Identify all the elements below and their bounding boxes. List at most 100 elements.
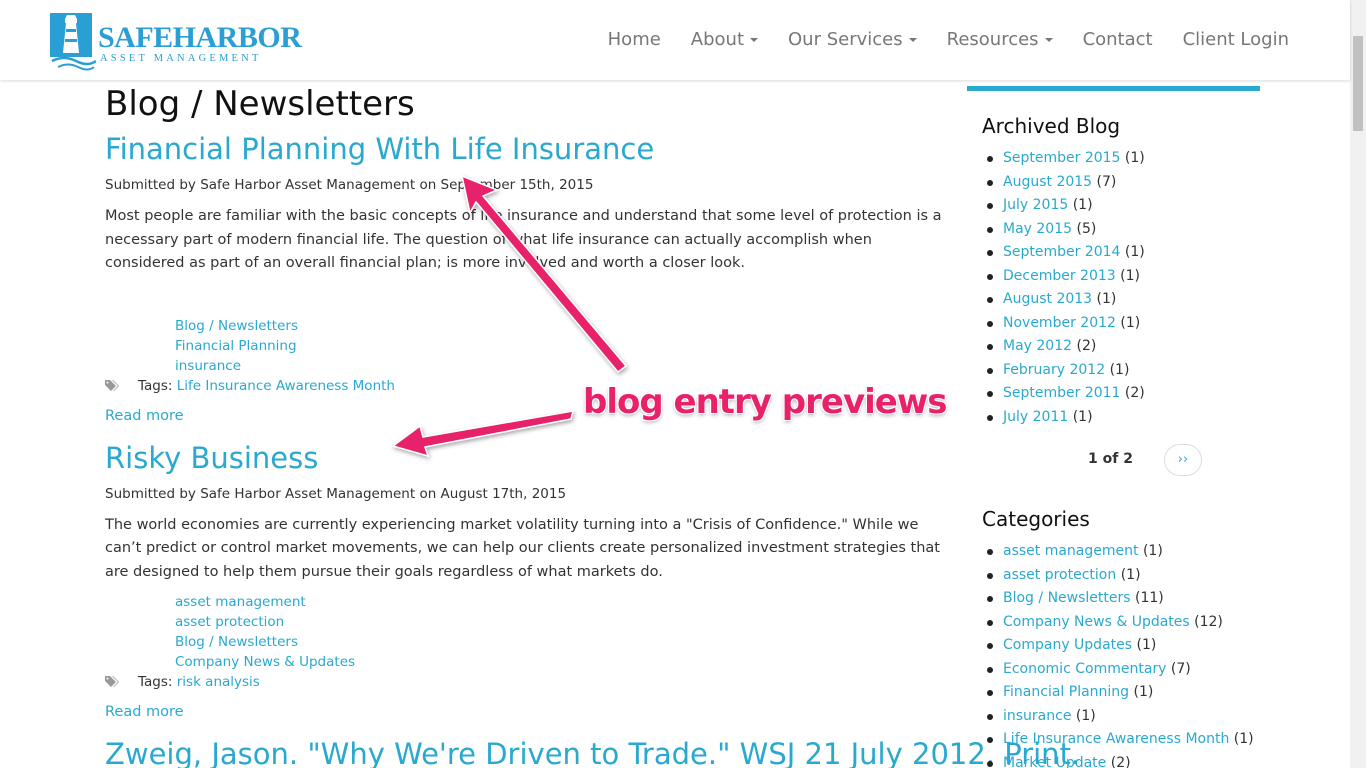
category-link[interactable]: Company News & Updates xyxy=(1003,614,1190,630)
category-item: Company News & Updates (12) xyxy=(987,611,1260,635)
archive-link[interactable]: July 2015 xyxy=(1003,197,1068,213)
category-count: (1) xyxy=(1142,543,1163,559)
post-submitted: Submitted by Safe Harbor Asset Managemen… xyxy=(105,485,567,502)
category-link[interactable]: insurance xyxy=(1003,708,1071,724)
nav-contact[interactable]: Contact xyxy=(1068,28,1168,52)
post-summary: The world economies are currently experi… xyxy=(105,516,940,580)
tag-link[interactable]: Life Insurance Awareness Month xyxy=(177,378,395,394)
sidebar-accent-bar xyxy=(967,86,1260,91)
category-item: asset protection (1) xyxy=(987,564,1260,588)
tag-link[interactable]: risk analysis xyxy=(177,674,260,690)
archive-link[interactable]: May 2015 xyxy=(1003,221,1072,237)
archive-item: September 2011 (2) xyxy=(987,382,1260,406)
archive-count: (1) xyxy=(1072,408,1093,425)
archive-link[interactable]: September 2015 xyxy=(1003,150,1120,166)
term-link[interactable]: asset management xyxy=(175,592,955,612)
archive-link[interactable]: February 2012 xyxy=(1003,362,1105,378)
nav-client-login[interactable]: Client Login xyxy=(1168,28,1304,52)
category-link[interactable]: asset protection xyxy=(1003,567,1116,583)
tags-label: Tags: xyxy=(138,674,173,690)
archive-count: (1) xyxy=(1124,150,1145,166)
archive-link[interactable]: May 2012 xyxy=(1003,338,1072,354)
category-link[interactable]: asset management xyxy=(1003,543,1139,559)
category-item: asset management (1) xyxy=(987,540,1260,564)
archive-count: (2) xyxy=(1076,338,1097,354)
categories-block: Categories asset management (1) asset pro… xyxy=(967,506,1260,768)
nav-home[interactable]: Home xyxy=(593,28,676,52)
tags-label: Tags: xyxy=(138,377,173,394)
nav-resources[interactable]: Resources xyxy=(932,28,1068,52)
category-count: (1) xyxy=(1120,566,1141,583)
archive-item: September 2015 (1) xyxy=(987,147,1260,171)
archive-count: (1) xyxy=(1072,197,1093,213)
category-item: Economic Commentary (7) xyxy=(987,658,1260,682)
term-link[interactable]: asset protection xyxy=(175,612,955,632)
annotation-label: blog entry previews xyxy=(583,382,947,422)
category-item: Market Update (2) xyxy=(987,752,1260,768)
categories-title: Categories xyxy=(982,507,1090,531)
pager-next-button[interactable]: ›› xyxy=(1164,444,1202,476)
term-link[interactable]: Blog / Newsletters xyxy=(175,316,955,336)
archive-count: (5) xyxy=(1076,220,1097,237)
nav-our-services[interactable]: Our Services xyxy=(773,28,932,52)
category-link[interactable]: Market Update xyxy=(1003,755,1106,768)
archive-link[interactable]: August 2015 xyxy=(1003,174,1092,190)
post-terms: asset management asset protection Blog /… xyxy=(175,592,955,672)
nav-about[interactable]: About xyxy=(676,28,773,52)
post-title-link[interactable]: Risky Business xyxy=(105,440,955,476)
category-link[interactable]: Company Updates xyxy=(1003,637,1132,653)
archive-count: (1) xyxy=(1124,244,1145,260)
post-title-link[interactable]: Financial Planning With Life Insurance xyxy=(105,131,955,167)
site-header: SAFEHARBOR ASSET MANAGEMENT Home About O… xyxy=(0,0,1350,80)
archive-count: (1) xyxy=(1120,267,1140,284)
term-link[interactable]: Company News & Updates xyxy=(175,652,955,672)
archive-link[interactable]: September 2011 xyxy=(1003,385,1120,401)
post-terms: Blog / Newsletters Financial Planning in… xyxy=(175,316,955,376)
archive-block: Archived Blog September 2015 (1) August 2… xyxy=(967,113,1260,481)
read-more-link[interactable]: Read more xyxy=(105,702,955,722)
logo-name: SAFEHARBOR xyxy=(98,21,302,54)
category-item: Blog / Newsletters (11) xyxy=(987,587,1260,611)
archive-item: December 2013 (1) xyxy=(987,265,1260,289)
category-link[interactable]: Economic Commentary xyxy=(1003,661,1166,677)
archive-item: May 2012 (2) xyxy=(987,335,1260,359)
archive-list: September 2015 (1) August 2015 (7) July 20… xyxy=(987,147,1260,430)
category-count: (1) xyxy=(1136,637,1157,653)
categories-list: asset management (1) asset protection (1)… xyxy=(987,540,1260,768)
post-submitted: Submitted by Safe Harbor Asset Managemen… xyxy=(105,177,594,193)
archive-count: (1) xyxy=(1096,291,1117,307)
archive-title: Archived Blog xyxy=(982,114,1121,138)
category-link[interactable]: Life Insurance Awareness Month xyxy=(1003,731,1229,747)
archive-link[interactable]: August 2013 xyxy=(1003,291,1092,307)
archive-item: July 2011 (1) xyxy=(987,406,1260,430)
tags-icon xyxy=(105,676,119,687)
post-tags: Tags: risk analysis xyxy=(105,672,955,692)
category-link[interactable]: Financial Planning xyxy=(1003,684,1129,700)
archive-link[interactable]: December 2013 xyxy=(1003,268,1116,284)
archive-item: February 2012 (1) xyxy=(987,359,1260,383)
archive-item: July 2015 (1) xyxy=(987,194,1260,218)
archive-pager: 1 of 2 ›› xyxy=(967,441,1260,481)
category-count: (12) xyxy=(1194,613,1223,630)
archive-item: August 2013 (1) xyxy=(987,288,1260,312)
category-count: (2) xyxy=(1110,754,1131,768)
term-link[interactable]: Blog / Newsletters xyxy=(175,632,955,652)
archive-item: September 2014 (1) xyxy=(987,241,1260,265)
archive-link[interactable]: November 2012 xyxy=(1003,315,1116,331)
sidebar: Archived Blog September 2015 (1) August 2… xyxy=(967,86,1260,768)
caret-down-icon xyxy=(1044,38,1053,42)
category-link[interactable]: Blog / Newsletters xyxy=(1003,590,1131,606)
tags-icon xyxy=(105,379,119,391)
scrollbar-thumb[interactable] xyxy=(1353,36,1363,131)
term-link[interactable]: insurance xyxy=(175,356,955,376)
category-count: (7) xyxy=(1170,660,1191,677)
archive-item: November 2012 (1) xyxy=(987,312,1260,336)
post-title-link[interactable]: Zweig, Jason. "Why We're Driven to Trade… xyxy=(105,736,1080,768)
archive-link[interactable]: September 2014 xyxy=(1003,244,1120,260)
scrollbar[interactable] xyxy=(1350,0,1366,768)
lighthouse-icon xyxy=(50,13,96,71)
site-logo[interactable]: SAFEHARBOR ASSET MANAGEMENT xyxy=(50,13,302,71)
archive-link[interactable]: July 2011 xyxy=(1003,409,1068,425)
post-summary: Most people are familiar with the basic … xyxy=(105,208,942,271)
term-link[interactable]: Financial Planning xyxy=(175,336,955,356)
